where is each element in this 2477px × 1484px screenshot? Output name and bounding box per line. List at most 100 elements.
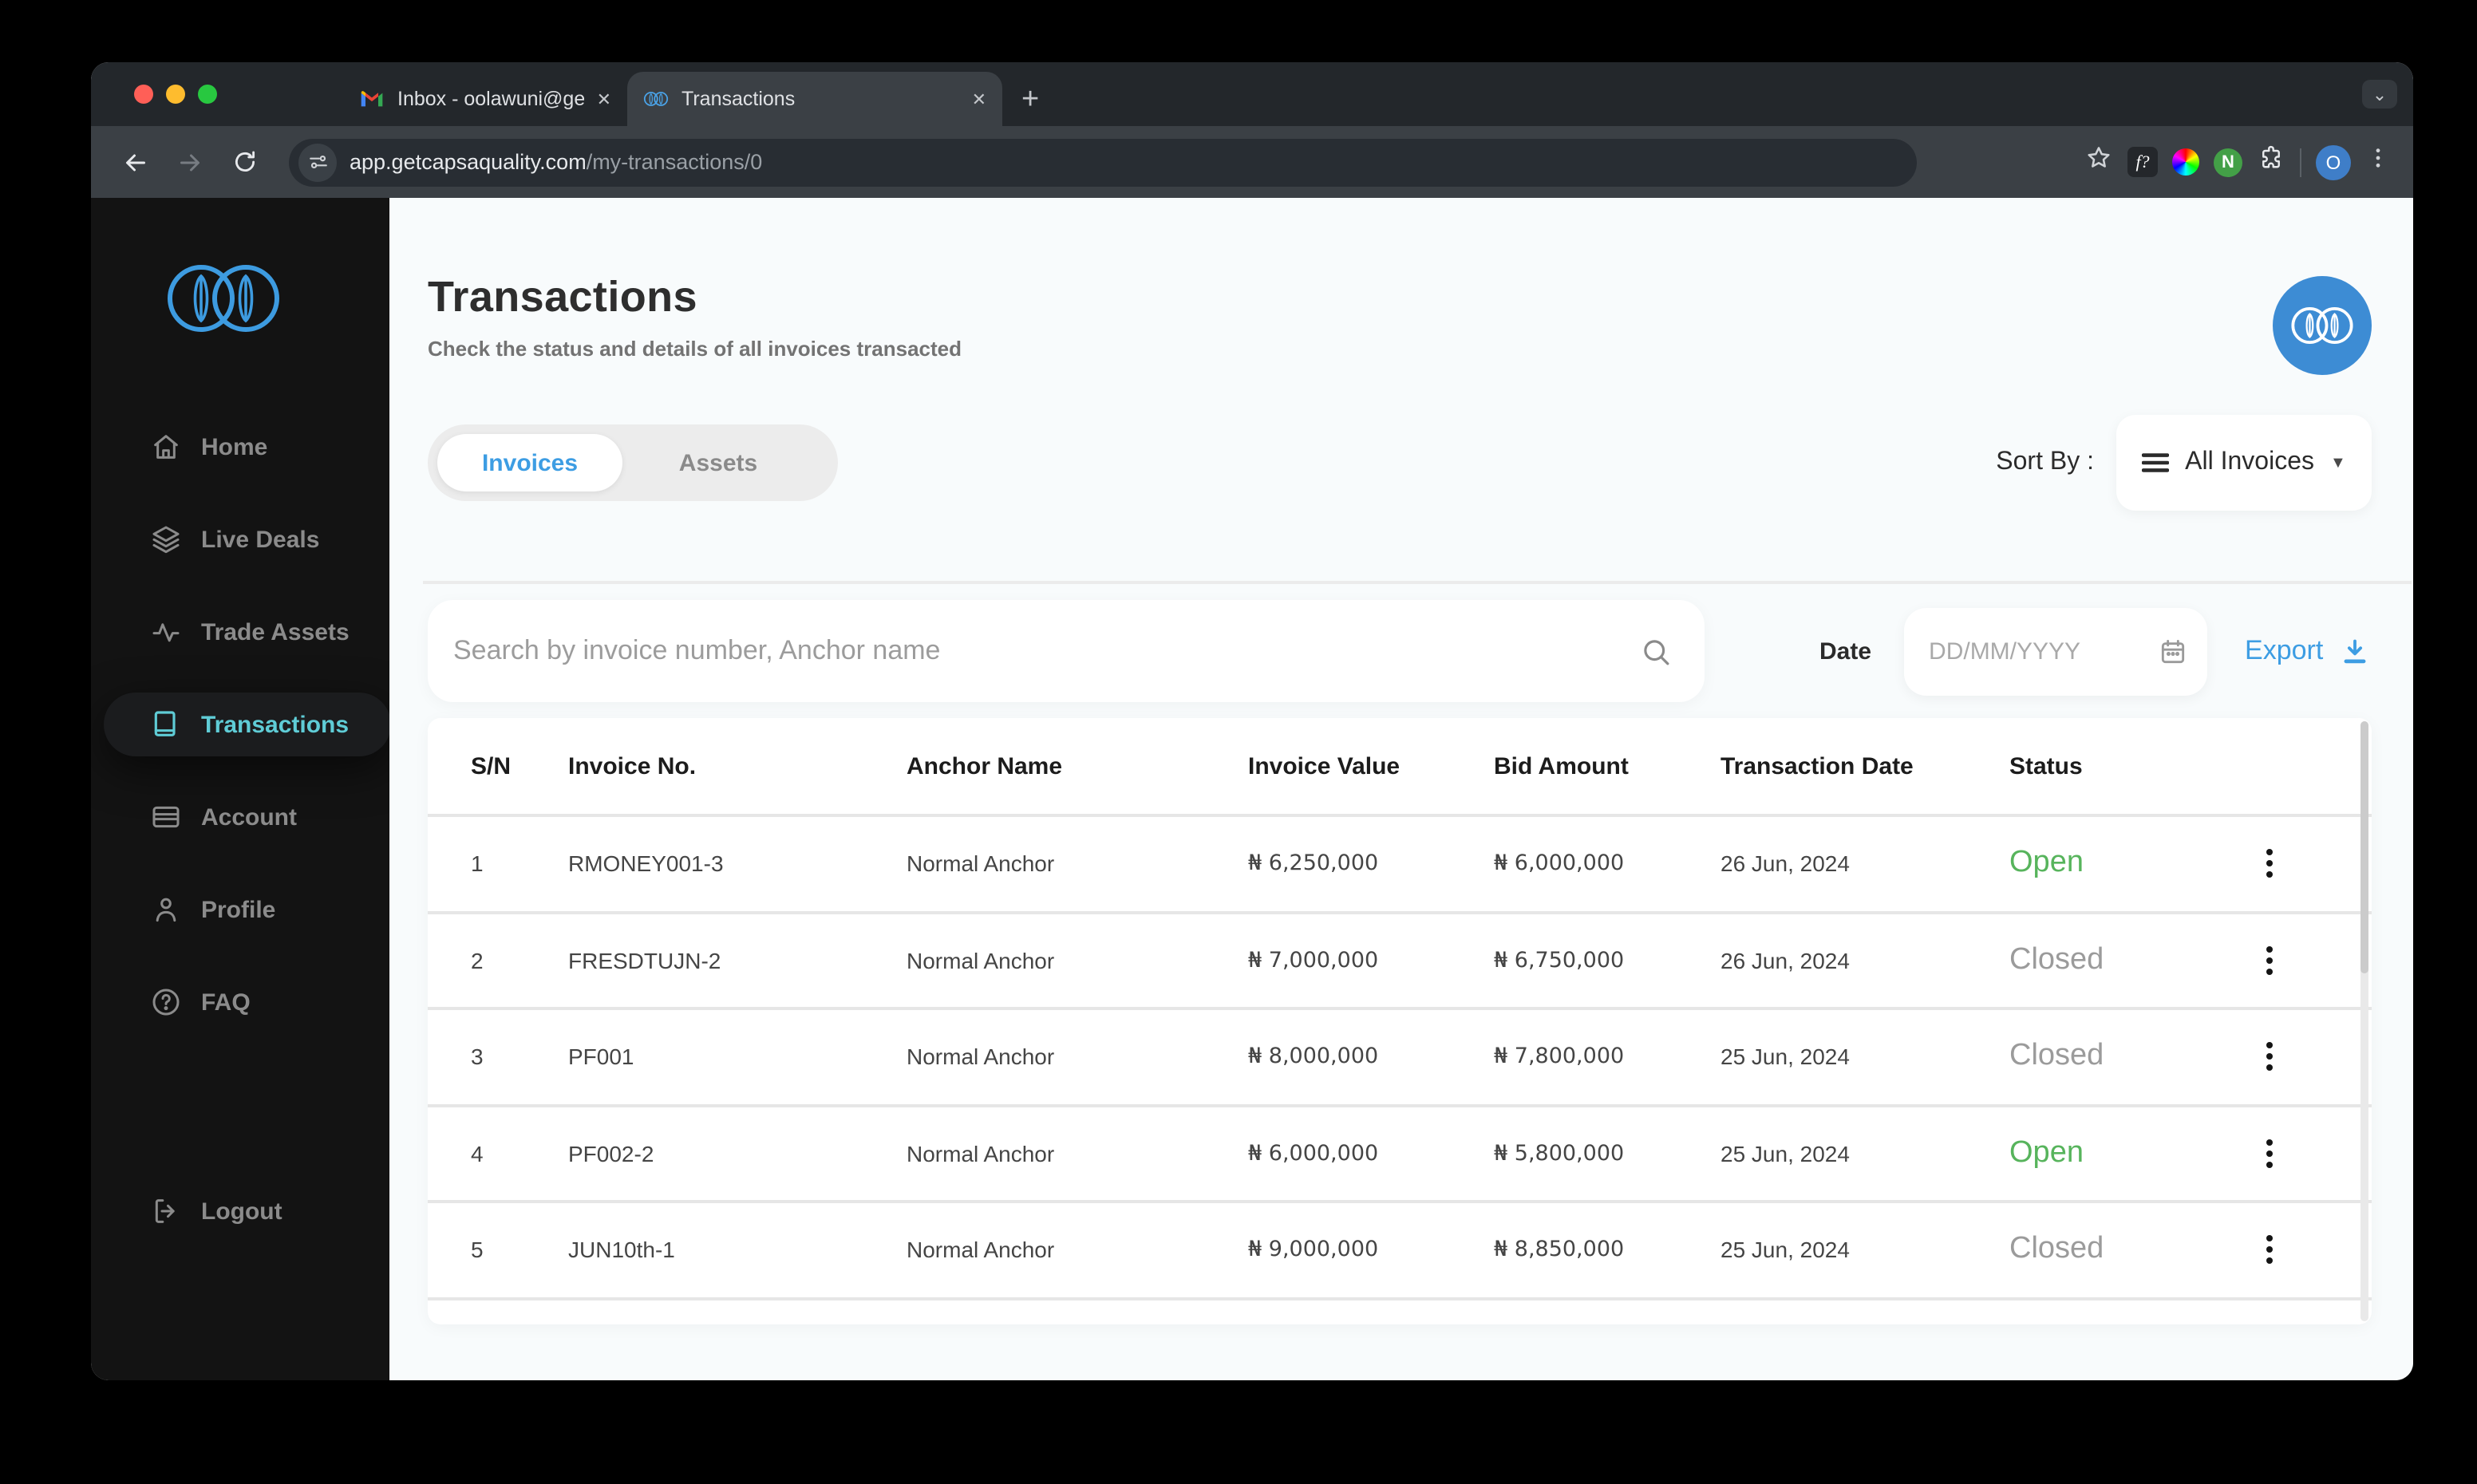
sidebar-item-label: Home xyxy=(201,433,268,460)
sidebar-item-profile[interactable]: Profile xyxy=(104,878,364,941)
sidebar-item-faq[interactable]: FAQ xyxy=(104,970,364,1034)
row-actions-kebab-icon[interactable] xyxy=(2255,1235,2284,1265)
cell-bid-amount: ₦ 8,850,000 xyxy=(1494,1237,1625,1263)
extension-n-icon[interactable]: N xyxy=(2214,148,2242,176)
cell-sn: 5 xyxy=(471,1237,484,1263)
search-input[interactable] xyxy=(453,635,1639,667)
sort-dropdown[interactable]: All Invoices ▼ xyxy=(2116,415,2372,511)
view-switcher: Invoices Assets xyxy=(428,424,838,501)
search-icon[interactable] xyxy=(1639,634,1673,668)
sidebar-item-label: Transactions xyxy=(201,711,350,738)
browser-window: Inbox - oolawuni@getcapsa.c ✕ Transactio… xyxy=(91,62,2413,1380)
sidebar-item-label: Trade Assets xyxy=(201,618,350,645)
close-tab-icon[interactable]: ✕ xyxy=(972,89,986,109)
sort-value: All Invoices xyxy=(2185,448,2314,476)
col-invoice-no: Invoice No. xyxy=(568,752,697,779)
screen: Inbox - oolawuni@getcapsa.c ✕ Transactio… xyxy=(0,0,2477,1484)
browser-menu-icon[interactable] xyxy=(2365,145,2391,179)
search-bar xyxy=(428,600,1705,702)
close-window-button[interactable] xyxy=(134,85,153,104)
cell-transaction-date: 26 Jun, 2024 xyxy=(1720,947,1850,973)
zoom-window-button[interactable] xyxy=(198,85,217,104)
table-body: 1 RMONEY001-3 Normal Anchor ₦ 6,250,000 ₦ 6,… xyxy=(428,814,2372,1297)
back-button[interactable] xyxy=(113,140,158,184)
toolbar-separator xyxy=(2300,148,2301,176)
main-content: Transactions Check the status and detail… xyxy=(389,198,2413,1380)
cell-anchor-name: Normal Anchor xyxy=(907,1140,1055,1166)
transactions-table: S/N Invoice No. Anchor Name Invoice Valu… xyxy=(428,718,2372,1324)
calendar-icon[interactable] xyxy=(2157,636,2187,666)
cell-sn: 4 xyxy=(471,1140,484,1166)
cell-transaction-date: 26 Jun, 2024 xyxy=(1720,851,1850,877)
hamburger-icon xyxy=(2142,453,2170,472)
logout-button[interactable]: Logout xyxy=(150,1179,282,1243)
layers-icon xyxy=(152,526,180,554)
partial-row xyxy=(428,1297,2372,1316)
url-bar[interactable]: app.getcapsaquality.com/my-transactions/… xyxy=(289,138,1917,186)
tab-strip: Inbox - oolawuni@getcapsa.c ✕ Transactio… xyxy=(91,62,2413,126)
browser-profile-avatar[interactable]: O xyxy=(2316,144,2351,180)
export-button[interactable]: Export xyxy=(2245,635,2369,667)
sidebar: Home Live Deals Trade Assets Transaction… xyxy=(91,198,391,1380)
cell-transaction-date: 25 Jun, 2024 xyxy=(1720,1044,1850,1070)
row-actions-kebab-icon[interactable] xyxy=(2255,945,2284,975)
forward-button[interactable] xyxy=(168,140,212,184)
sidebar-item-label: Live Deals xyxy=(201,526,320,553)
cell-status: Closed xyxy=(2009,1039,2104,1073)
table-row: 2 FRESDTUJN-2 Normal Anchor ₦ 7,000,000 ₦ 6,… xyxy=(428,910,2372,1007)
extension-colorwheel-icon[interactable] xyxy=(2172,148,2199,176)
sidebar-item-home[interactable]: Home xyxy=(104,415,364,479)
sidebar-item-transactions[interactable]: Transactions xyxy=(104,693,391,756)
col-invoice-value: Invoice Value xyxy=(1248,752,1400,779)
sidebar-item-label: Account xyxy=(201,803,297,831)
date-picker xyxy=(1903,607,2207,695)
cell-invoice-no: PF001 xyxy=(568,1044,634,1070)
extensions-puzzle-icon[interactable] xyxy=(2257,144,2285,180)
user-avatar[interactable] xyxy=(2273,276,2372,375)
cell-invoice-value: ₦ 9,000,000 xyxy=(1248,1237,1379,1263)
table-row: 3 PF001 Normal Anchor ₦ 8,000,000 ₦ 7,800,00… xyxy=(428,1007,2372,1103)
row-actions-kebab-icon[interactable] xyxy=(2255,1139,2284,1168)
cell-invoice-no: RMONEY001-3 xyxy=(568,851,724,877)
col-anchor-name: Anchor Name xyxy=(907,752,1063,779)
url-path: /my-transactions/0 xyxy=(586,150,763,174)
table-scrollbar[interactable] xyxy=(2360,721,2368,1321)
reload-button[interactable] xyxy=(222,140,267,184)
cell-status: Closed xyxy=(2009,1232,2104,1266)
sidebar-item-account[interactable]: Account xyxy=(104,785,364,849)
sidebar-item-trade-assets[interactable]: Trade Assets xyxy=(104,600,364,664)
new-tab-button[interactable]: + xyxy=(1021,85,1039,115)
date-input[interactable] xyxy=(1929,637,2105,665)
tab-gmail[interactable]: Inbox - oolawuni@getcapsa.c ✕ xyxy=(343,72,627,126)
user-icon xyxy=(156,898,176,922)
site-settings-icon[interactable] xyxy=(298,143,337,181)
download-icon xyxy=(2343,638,2365,663)
row-actions-kebab-icon[interactable] xyxy=(2255,1042,2284,1072)
macos-traffic-lights[interactable] xyxy=(134,85,217,104)
cell-bid-amount: ₦ 5,800,000 xyxy=(1494,1140,1625,1166)
tab-search-chevron-icon[interactable]: ⌄ xyxy=(2362,80,2397,109)
url-text: app.getcapsaquality.com/my-transactions/… xyxy=(350,150,762,174)
minimize-window-button[interactable] xyxy=(166,85,185,104)
sidebar-item-label: Profile xyxy=(201,896,276,923)
tab-assets[interactable]: Assets xyxy=(622,434,814,491)
cell-invoice-value: ₦ 6,000,000 xyxy=(1248,1140,1379,1166)
tab-invoices[interactable]: Invoices xyxy=(437,434,622,491)
row-actions-kebab-icon[interactable] xyxy=(2255,849,2284,878)
toolbar-extensions: f? N O xyxy=(2084,144,2391,180)
cell-sn: 2 xyxy=(471,947,484,973)
close-tab-icon[interactable]: ✕ xyxy=(597,89,611,109)
cell-status: Open xyxy=(2009,1135,2084,1170)
cell-sn: 1 xyxy=(471,851,484,877)
tab-transactions[interactable]: Transactions ✕ xyxy=(627,72,1002,126)
gmail-icon xyxy=(361,91,383,107)
sidebar-item-live-deals[interactable]: Live Deals xyxy=(104,507,364,571)
bookmark-star-icon[interactable] xyxy=(2084,144,2113,180)
extension-f-icon[interactable]: f? xyxy=(2127,147,2158,177)
cell-anchor-name: Normal Anchor xyxy=(907,851,1055,877)
cell-bid-amount: ₦ 7,800,000 xyxy=(1494,1044,1625,1070)
activity-icon xyxy=(152,623,180,642)
home-icon xyxy=(154,435,178,459)
cell-invoice-value: ₦ 7,000,000 xyxy=(1248,947,1379,973)
section-divider xyxy=(423,581,2412,584)
